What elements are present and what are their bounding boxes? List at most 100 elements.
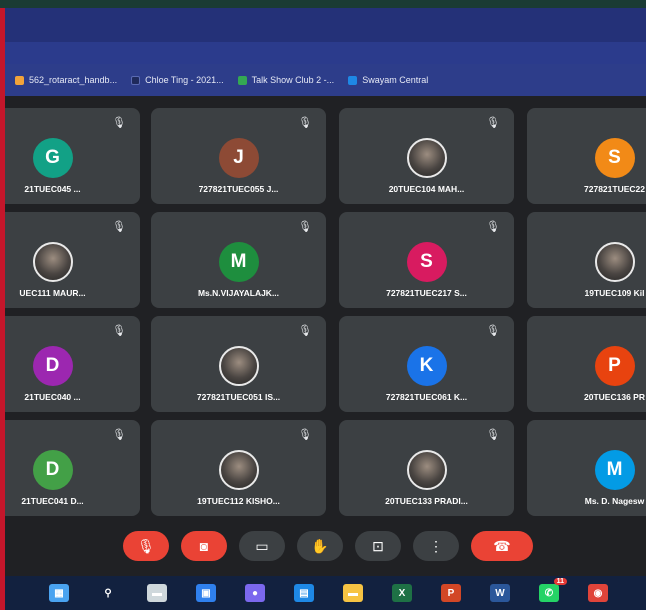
muted-mic-icon: 🎙: [486, 117, 500, 129]
participant-tile[interactable]: 🎙 19TUEC112 KISHO...: [151, 420, 326, 516]
participant-tile[interactable]: 🎙 20TUEC104 MAH...: [339, 108, 514, 204]
powerpoint-icon: P: [447, 587, 455, 599]
muted-mic-icon: 🎙: [112, 325, 126, 337]
raise-hand-button[interactable]: ✋: [297, 531, 343, 561]
participant-tile[interactable]: 🎙 727821TUEC051 IS...: [151, 316, 326, 412]
participant-tile[interactable]: 🎙 S 727821TUEC217 S...: [339, 212, 514, 308]
taskbar-windows-start-button[interactable]: ▦: [49, 584, 69, 602]
taskbar-search-button[interactable]: ⚲: [98, 584, 118, 602]
participant-tile[interactable]: 🎙S727821TUEC22: [527, 108, 646, 204]
participant-name: 727821TUEC061 K...: [385, 392, 468, 402]
muted-mic-icon: 🎙: [298, 325, 312, 337]
participant-tile[interactable]: 🎙 K 727821TUEC061 K...: [339, 316, 514, 412]
present-screen-button[interactable]: ⊡: [355, 531, 401, 561]
participant-tile[interactable]: 🎙MMs. D. Nagesw: [527, 420, 646, 516]
muted-mic-icon: 🎙: [298, 221, 312, 233]
taskbar-chat-button[interactable]: ●: [245, 584, 265, 602]
present-icon: ⊡: [372, 537, 384, 554]
participant-avatar: D: [32, 346, 73, 386]
document-icon: [15, 75, 24, 85]
whatsapp-icon: ✆: [544, 587, 554, 599]
participant-tile[interactable]: 🎙 M Ms.N.VIJAYALAJK...: [151, 212, 326, 308]
participant-avatar: M: [594, 450, 635, 490]
participant-name: UEC111 MAUR...: [19, 288, 86, 298]
taskbar-widgets-button[interactable]: ▣: [196, 584, 216, 602]
bookmark-label: Swayam Central: [362, 75, 429, 85]
participant-photo: [218, 450, 259, 490]
participant-name: Ms. D. Nagesw: [584, 496, 645, 506]
word-icon: W: [495, 587, 505, 599]
participant-tile[interactable]: 🎙P20TUEC136 PR: [527, 316, 646, 412]
taskbar-word-button[interactable]: W: [490, 584, 510, 602]
taskbar-excel-button[interactable]: X: [392, 584, 412, 602]
store-icon: ▤: [299, 587, 309, 599]
browser-tab-bar: [5, 8, 646, 42]
muted-mic-icon: 🎙: [486, 429, 500, 441]
participant-avatar: D: [32, 450, 73, 490]
more-vertical-icon: ⋮: [429, 537, 443, 554]
browser-address-bar: [5, 42, 646, 64]
task-view-icon: ▬: [152, 587, 162, 599]
bookmark-label: Talk Show Club 2 -...: [251, 75, 335, 85]
muted-mic-icon: 🎙: [112, 429, 126, 441]
leave-call-button[interactable]: ☎: [471, 531, 533, 561]
participant-tile[interactable]: 🎙19TUEC109 Kil: [527, 212, 646, 308]
muted-mic-icon: 🎙: [112, 221, 126, 233]
participant-avatar: M: [218, 242, 259, 282]
taskbar-store-button[interactable]: ▤: [294, 584, 314, 602]
taskbar-task-view-button[interactable]: ▬: [147, 584, 167, 602]
participant-avatar: K: [406, 346, 447, 386]
participant-name: 19TUEC112 KISHO...: [197, 496, 280, 506]
participant-tile[interactable]: 🎙 D 21TUEC041 D...: [5, 420, 140, 516]
bookmark-item[interactable]: Talk Show Club 2 -...: [237, 75, 335, 85]
participant-name: 21TUEC041 D...: [21, 496, 84, 506]
swayam-icon: [348, 75, 358, 85]
participant-tile[interactable]: 🎙 J 727821TUEC055 J...: [151, 108, 326, 204]
bookmark-item[interactable]: 562_rotaract_handb...: [15, 75, 117, 85]
participant-name: 19TUEC109 Kil: [584, 288, 645, 298]
more-options-button[interactable]: ⋮: [413, 531, 459, 561]
taskbar-whatsapp-button[interactable]: ✆ 11: [539, 578, 567, 602]
participant-name: 20TUEC133 PRADI...: [385, 496, 468, 506]
notification-badge: 11: [553, 578, 567, 585]
muted-mic-icon: 🎙: [486, 221, 500, 233]
bookmark-label: Chloe Ting - 2021...: [145, 75, 224, 85]
meeting-participant-grid: 🎙 G 21TUEC045 ... 🎙 J 727821TUEC055 J... 🎙 20TU…: [5, 96, 646, 576]
participant-tile[interactable]: 🎙 D 21TUEC040 ...: [5, 316, 140, 412]
participant-tile[interactable]: 🎙 G 21TUEC045 ...: [5, 108, 140, 204]
folder-icon: ▬: [348, 587, 358, 599]
participant-name: 727821TUEC051 IS...: [196, 392, 281, 402]
taskbar-file-explorer-button[interactable]: ▬: [343, 584, 363, 602]
mic-off-icon: 🎙: [137, 537, 155, 554]
excel-icon: X: [398, 587, 406, 599]
window-frame-top: [0, 0, 646, 8]
participant-tile[interactable]: 🎙 UEC111 MAUR...: [5, 212, 140, 308]
captions-button[interactable]: ▭: [239, 531, 285, 561]
muted-mic-icon: 🎙: [298, 429, 312, 441]
participant-name: 21TUEC040 ...: [24, 392, 81, 402]
windows-taskbar: ▦ ⚲ ▬ ▣ ● ▤ ▬ X P W ✆ 11 ◉: [5, 576, 646, 610]
bookmark-item[interactable]: Chloe Ting - 2021...: [131, 75, 224, 85]
participant-photo: [406, 138, 447, 178]
participant-name: 21TUEC045 ...: [24, 184, 81, 194]
participant-photo: [406, 450, 447, 490]
microphone-off-button[interactable]: 🎙: [123, 531, 169, 561]
taskbar-powerpoint-button[interactable]: P: [441, 584, 461, 602]
camera-off-icon: ◙: [199, 538, 209, 554]
chat-icon: ●: [251, 587, 259, 599]
participant-avatar: P: [594, 346, 635, 386]
participant-avatar: J: [218, 138, 259, 178]
bookmarks-bar: 562_rotaract_handb... Chloe Ting - 2021.…: [5, 64, 646, 96]
participant-avatar: S: [594, 138, 635, 178]
camera-off-button[interactable]: ◙: [181, 531, 227, 561]
participant-name: 727821TUEC217 S...: [386, 288, 467, 298]
participant-avatar: S: [406, 242, 447, 282]
participant-name: Ms.N.VIJAYALAJK...: [197, 288, 280, 298]
participant-tile[interactable]: 🎙 20TUEC133 PRADI...: [339, 420, 514, 516]
google-drive-icon: [237, 75, 247, 85]
bookmark-item[interactable]: Swayam Central: [348, 75, 428, 85]
muted-mic-icon: 🎙: [298, 117, 312, 129]
taskbar-chrome-button[interactable]: ◉: [588, 584, 608, 602]
meeting-controls-bar: 🎙 ◙ ▭ ✋ ⊡ ⋮ ☎: [5, 521, 646, 573]
participant-name: 20TUEC104 MAH...: [388, 184, 465, 194]
